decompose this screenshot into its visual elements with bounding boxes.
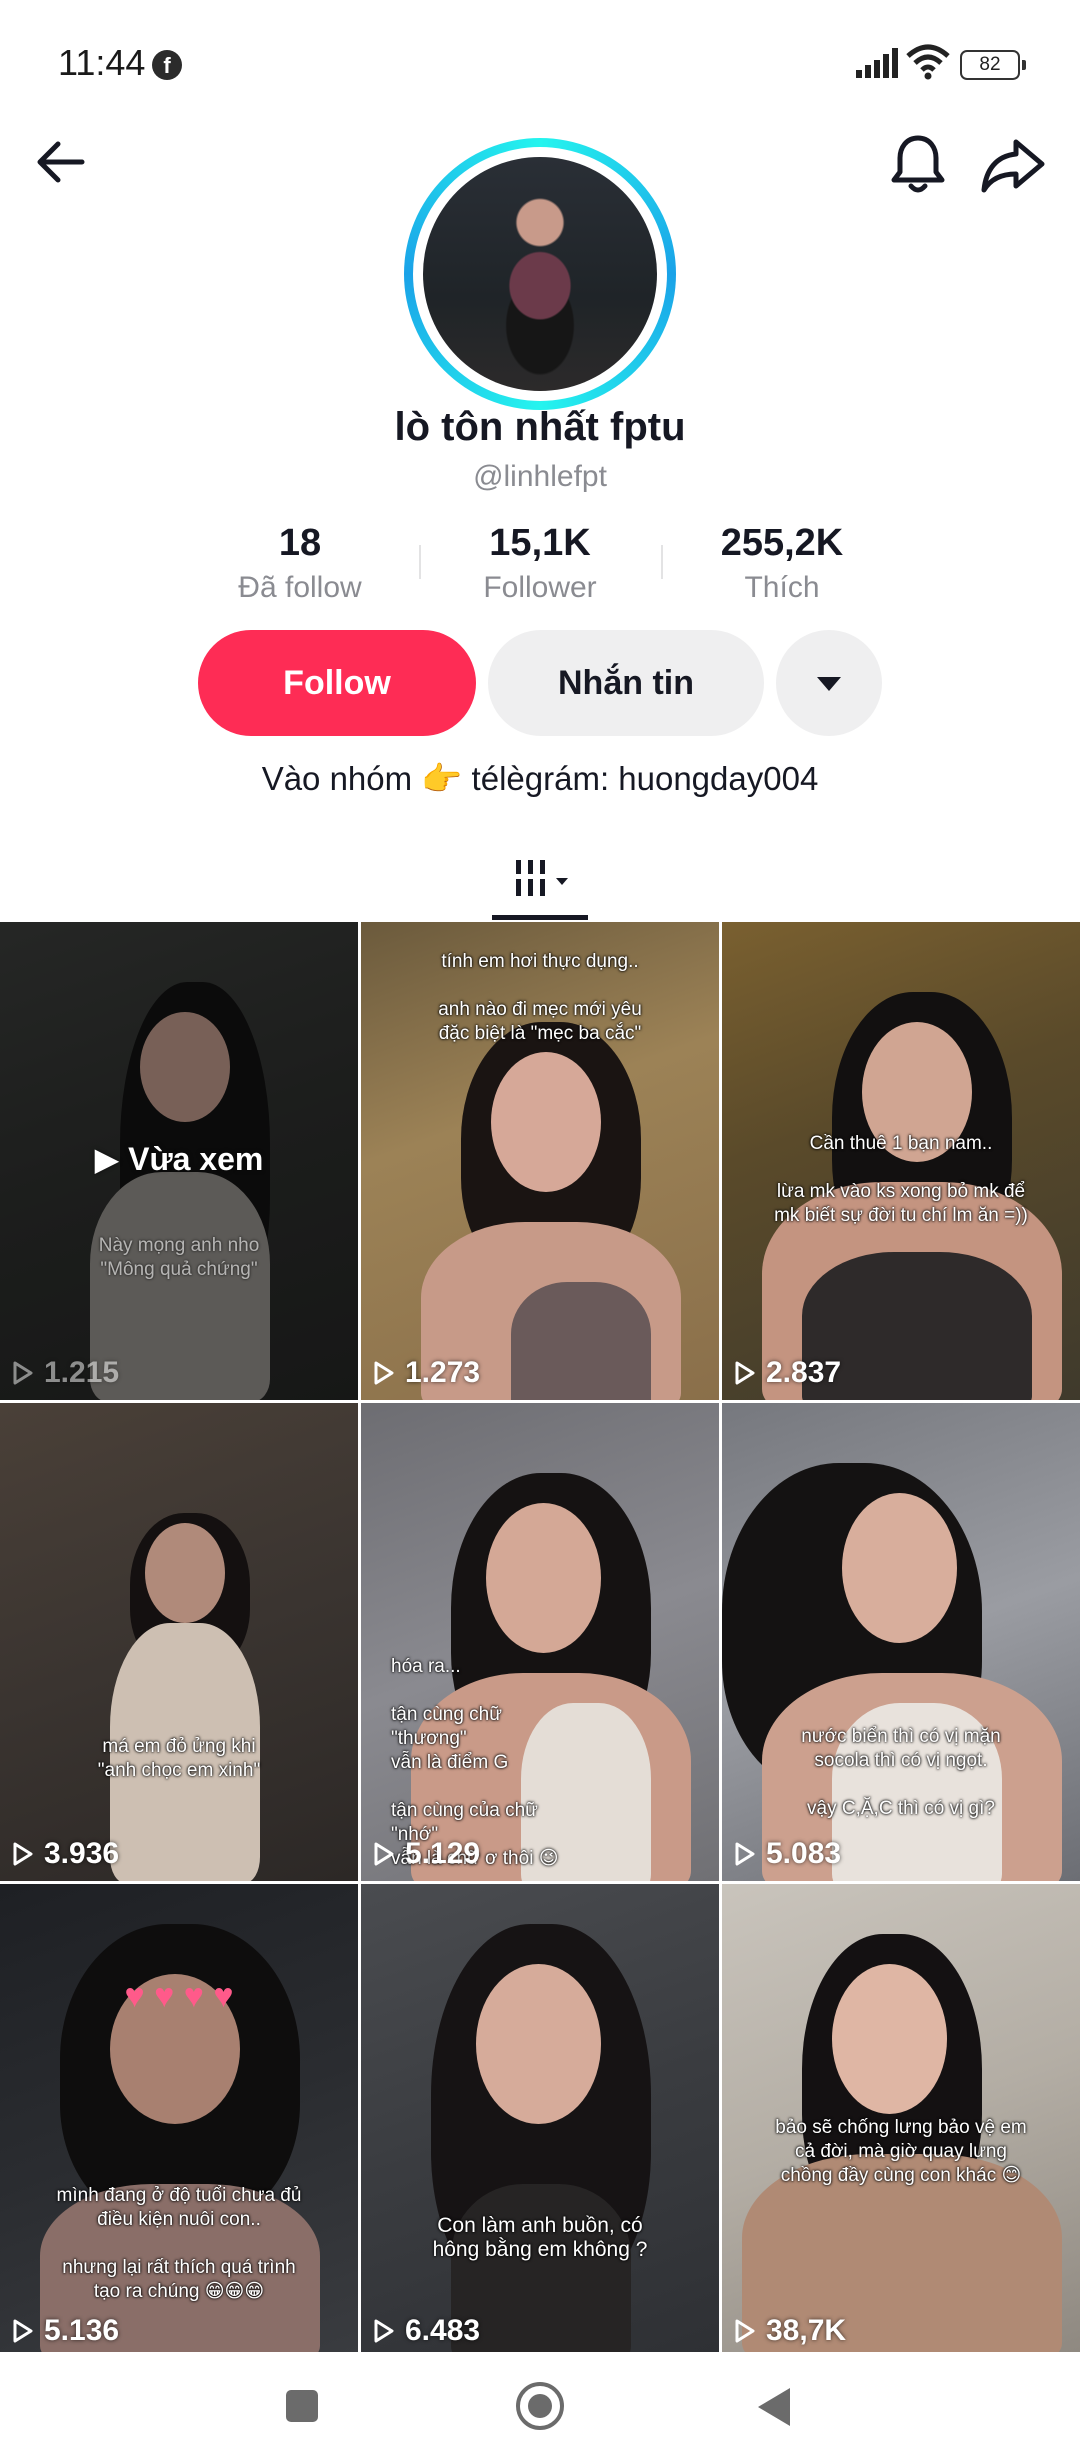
signal-icon bbox=[856, 48, 898, 78]
view-count-value: 5.136 bbox=[44, 2314, 120, 2347]
facebook-icon: f bbox=[152, 50, 182, 80]
play-icon bbox=[374, 2319, 394, 2343]
bio: Vào nhóm 👉 télègrám: huongday004 bbox=[261, 760, 819, 797]
thumbnail-figure bbox=[511, 1282, 651, 1400]
view-count: 2.837 bbox=[734, 1356, 841, 1390]
stat-likes[interactable]: 255,2K Thích bbox=[672, 522, 892, 605]
wifi-icon bbox=[906, 44, 950, 80]
thumbnail-figure bbox=[842, 1493, 957, 1643]
stat-divider bbox=[419, 545, 421, 579]
view-count: 1.215 bbox=[12, 1356, 119, 1390]
message-button[interactable]: Nhắn tin bbox=[488, 630, 764, 736]
view-count: 3.936 bbox=[12, 1837, 119, 1871]
display-name: lò tôn nhất fptu bbox=[394, 405, 686, 449]
video-caption: Con làm anh buồn, có hông bằng em không … bbox=[432, 2214, 648, 2261]
view-count-value: 2.837 bbox=[766, 1356, 842, 1389]
tab-indicator bbox=[492, 915, 588, 920]
home-button[interactable] bbox=[516, 2382, 564, 2430]
system-nav-bar bbox=[0, 2352, 1080, 2460]
bell-icon[interactable] bbox=[884, 130, 952, 198]
view-count-value: 5.129 bbox=[405, 1837, 481, 1870]
video-caption: mình đang ở độ tuổi chưa đủ điều kiện nu… bbox=[56, 2185, 302, 2302]
view-count-value: 3.936 bbox=[44, 1837, 120, 1870]
thumbnail-figure bbox=[491, 1052, 601, 1192]
play-icon bbox=[13, 2319, 33, 2343]
video-grid: Này mọng anh nho "Mông quả chứng" ▶ Vừa … bbox=[0, 922, 1080, 2352]
view-count-value: 1.215 bbox=[44, 1356, 120, 1389]
back-arrow-icon[interactable] bbox=[30, 130, 94, 194]
view-count-value: 6.483 bbox=[405, 2314, 481, 2347]
status-bar: 11:44 f 82 bbox=[0, 0, 1080, 130]
play-icon bbox=[13, 1361, 33, 1385]
follow-button[interactable]: Follow bbox=[198, 630, 476, 736]
video-caption: tính em hơi thực dụng.. anh nào đi mẹc m… bbox=[438, 951, 642, 1044]
view-count-value: 5.083 bbox=[766, 1837, 842, 1870]
video-tile[interactable]: hóa ra... tận cùng chữ "thương" vẫn là đ… bbox=[361, 1403, 719, 1881]
play-icon bbox=[735, 1361, 755, 1385]
play-icon bbox=[13, 1842, 33, 1866]
play-icon bbox=[374, 1361, 394, 1385]
video-caption: Cần thuê 1 bạn nam.. lừa mk vào ks xong … bbox=[774, 1133, 1028, 1226]
thumbnail-figure bbox=[145, 1523, 225, 1623]
video-tile[interactable]: nước biển thì có vị mặn socola thì có vị… bbox=[722, 1403, 1080, 1881]
likes-count: 255,2K bbox=[720, 522, 844, 564]
thumbnail-hearts: ♥ ♥ ♥ ♥ bbox=[124, 1977, 234, 2015]
video-tile[interactable]: má em đỏ ửng khi "anh chọc em xinh" 3.93… bbox=[0, 1403, 358, 1881]
more-options-button[interactable] bbox=[776, 630, 882, 736]
view-count: 5.083 bbox=[734, 1837, 841, 1871]
stat-followers[interactable]: 15,1K Follower bbox=[430, 522, 650, 605]
video-tile[interactable]: tính em hơi thực dụng.. anh nào đi mẹc m… bbox=[361, 922, 719, 1400]
view-count-value: 38,7K bbox=[766, 2314, 847, 2347]
watched-label: ▶ Vừa xem bbox=[94, 1141, 264, 1177]
avatar-image bbox=[423, 157, 657, 391]
video-tile[interactable]: Này mọng anh nho "Mông quả chứng" ▶ Vừa … bbox=[0, 922, 358, 1400]
view-count: 38,7K bbox=[734, 2314, 846, 2348]
play-icon bbox=[735, 1842, 755, 1866]
thumbnail-figure bbox=[832, 1964, 947, 2114]
video-caption: Này mọng anh nho "Mông quả chứng" bbox=[98, 1235, 260, 1280]
view-count-value: 1.273 bbox=[405, 1356, 481, 1389]
thumbnail-figure bbox=[486, 1503, 601, 1653]
followers-count: 15,1K bbox=[489, 522, 591, 564]
battery-indicator: 82 bbox=[960, 50, 1026, 80]
view-count: 6.483 bbox=[373, 2314, 480, 2348]
following-count: 18 bbox=[278, 522, 322, 564]
share-icon[interactable] bbox=[980, 132, 1046, 198]
video-tile[interactable]: Con làm anh buồn, có hông bằng em không … bbox=[361, 1884, 719, 2352]
thumbnail-figure bbox=[476, 1964, 601, 2124]
following-label: Đã follow bbox=[238, 571, 362, 604]
avatar[interactable] bbox=[404, 138, 676, 410]
video-tile[interactable]: Cần thuê 1 bạn nam.. lừa mk vào ks xong … bbox=[722, 922, 1080, 1400]
watched-label-text: Vừa xem bbox=[128, 1141, 264, 1177]
likes-label: Thích bbox=[744, 571, 820, 604]
video-caption: má em đỏ ửng khi "anh chọc em xinh" bbox=[97, 1736, 261, 1781]
video-tile[interactable]: bảo sẽ chống lưng bảo vệ em cả đời, mà g… bbox=[722, 1884, 1080, 2352]
play-icon bbox=[374, 1842, 394, 1866]
view-count: 1.273 bbox=[373, 1356, 480, 1390]
grid-icon[interactable] bbox=[492, 848, 588, 908]
view-count: 5.129 bbox=[373, 1837, 480, 1871]
recent-apps-button[interactable] bbox=[286, 2390, 318, 2422]
stat-following[interactable]: 18 Đã follow bbox=[190, 522, 410, 605]
status-time: 11:44 bbox=[58, 42, 146, 83]
stat-divider bbox=[661, 545, 663, 579]
system-back-button[interactable] bbox=[758, 2388, 790, 2426]
video-tile[interactable]: ♥ ♥ ♥ ♥ mình đang ở độ tuổi chưa đủ điều… bbox=[0, 1884, 358, 2352]
play-icon bbox=[735, 2319, 755, 2343]
followers-label: Follower bbox=[483, 571, 597, 604]
view-count: 5.136 bbox=[12, 2314, 119, 2348]
video-caption: bảo sẽ chống lưng bảo vệ em cả đời, mà g… bbox=[775, 2117, 1027, 2186]
video-caption: nước biển thì có vị mặn socola thì có vị… bbox=[801, 1726, 1001, 1819]
username: @linhlefpt bbox=[473, 460, 607, 493]
